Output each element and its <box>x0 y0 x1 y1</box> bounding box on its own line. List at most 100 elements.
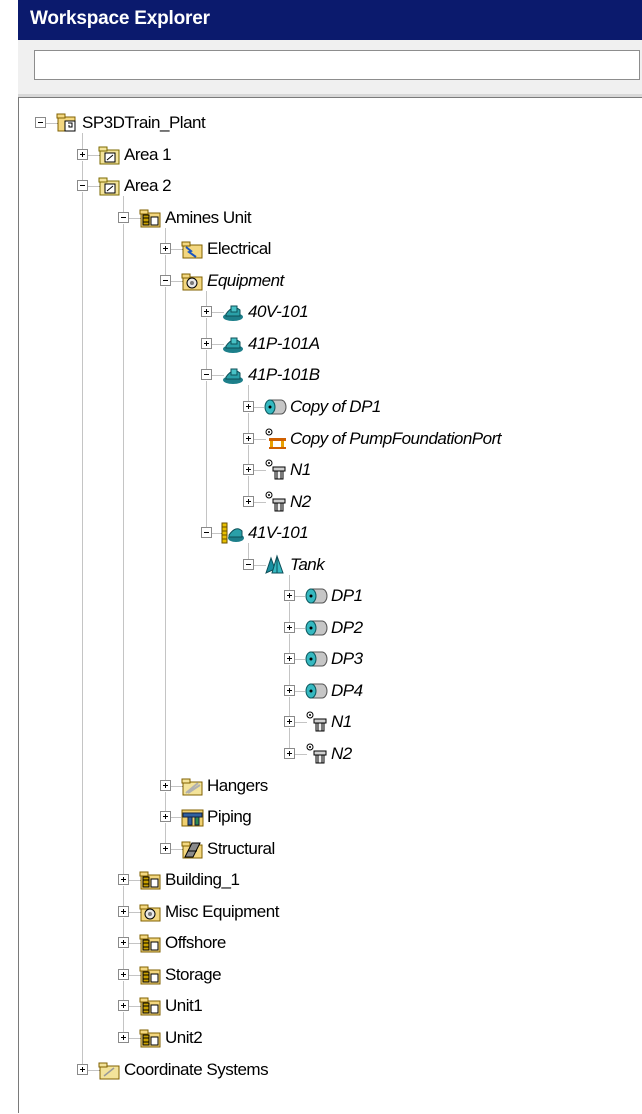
expand-button[interactable] <box>284 748 295 759</box>
collapse-button[interactable] <box>201 527 212 538</box>
expand-button[interactable] <box>118 969 129 980</box>
tree-node-equipment[interactable]: Equipment <box>19 266 639 298</box>
collapse-button[interactable] <box>201 369 212 380</box>
tree-node-electrical[interactable]: Electrical <box>19 234 639 266</box>
tree-pane[interactable]: SP3DTrain_Plant Area 1 Area 2 Amines Unit El… <box>18 97 642 1113</box>
equipment-icon <box>221 332 245 356</box>
tree-node-label: 40V-101 <box>248 302 309 321</box>
tree-node-dp3[interactable]: DP3 <box>19 644 639 676</box>
collapse-button[interactable] <box>118 212 129 223</box>
tree-node-offshore[interactable]: Offshore <box>19 928 639 960</box>
tree-node-storage[interactable]: Storage <box>19 960 639 992</box>
unit-icon <box>138 931 162 955</box>
area-icon <box>97 143 121 167</box>
unit-icon <box>138 963 162 987</box>
tree-node-label: Offshore <box>165 933 226 952</box>
tree-node-label: DP1 <box>331 586 363 605</box>
nozzle-icon <box>263 490 287 514</box>
tree-node-area-1[interactable]: Area 1 <box>19 140 639 172</box>
expand-button[interactable] <box>118 906 129 917</box>
tree-node-area-2[interactable]: Area 2 <box>19 171 639 203</box>
tree-node-hangers[interactable]: Hangers <box>19 771 639 803</box>
expand-button[interactable] <box>284 622 295 633</box>
electrical-folder-icon <box>180 237 204 261</box>
collapse-button[interactable] <box>77 180 88 191</box>
title-bar: Workspace Explorer <box>18 0 642 40</box>
tree-node-label: 41P-101A <box>248 334 320 353</box>
tree-node-label: Area 1 <box>124 145 172 164</box>
filter-input[interactable] <box>34 50 640 80</box>
tree-node-label: Piping <box>207 807 252 826</box>
expand-button[interactable] <box>160 811 171 822</box>
tree-node-label: Copy of PumpFoundationPort <box>290 429 501 448</box>
expand-button[interactable] <box>160 243 171 254</box>
tree-node-sp3dtrain-plant[interactable]: SP3DTrain_Plant <box>19 108 639 140</box>
unit-icon <box>138 868 162 892</box>
tree-node-copy-of-dp1[interactable]: Copy of DP1 <box>19 392 639 424</box>
tree-node-coordinate-systems[interactable]: Coordinate Systems <box>19 1055 639 1087</box>
tree-node-piping[interactable]: Piping <box>19 802 639 834</box>
collapse-button[interactable] <box>35 117 46 128</box>
tree-node-41p-101a[interactable]: 41P-101A <box>19 329 639 361</box>
tree-node-label: Electrical <box>207 239 271 258</box>
tree-node-n2[interactable]: N2 <box>19 487 639 519</box>
tree-node-amines-unit[interactable]: Amines Unit <box>19 203 639 235</box>
expand-button[interactable] <box>284 685 295 696</box>
tree-node-n1[interactable]: N1 <box>19 455 639 487</box>
tank-shape-icon <box>263 553 287 577</box>
plant-icon <box>55 111 79 135</box>
unit-icon <box>138 994 162 1018</box>
hangers-folder-icon <box>180 774 204 798</box>
tree-node-unit1[interactable]: Unit1 <box>19 991 639 1023</box>
expand-button[interactable] <box>118 1032 129 1043</box>
tree-node-structural[interactable]: Structural <box>19 834 639 866</box>
tree-node-misc-equipment[interactable]: Misc Equipment <box>19 897 639 929</box>
expand-button[interactable] <box>201 338 212 349</box>
tree-node-n2[interactable]: N2 <box>19 739 639 771</box>
expand-button[interactable] <box>201 306 212 317</box>
tree-node-label: Equipment <box>207 271 284 290</box>
tree-node-dp4[interactable]: DP4 <box>19 676 639 708</box>
design-port-icon <box>304 679 328 703</box>
expand-button[interactable] <box>243 496 254 507</box>
nozzle-icon <box>304 742 328 766</box>
tree-node-label: N1 <box>290 460 311 479</box>
tree-node-41v-101[interactable]: 41V-101 <box>19 518 639 550</box>
expand-button[interactable] <box>284 590 295 601</box>
tree-node-label: Hangers <box>207 776 268 795</box>
tree-node-label: Coordinate Systems <box>124 1060 269 1079</box>
collapse-button[interactable] <box>160 275 171 286</box>
tree-node-40v-101[interactable]: 40V-101 <box>19 297 639 329</box>
tree-node-label: SP3DTrain_Plant <box>82 113 206 132</box>
expand-button[interactable] <box>160 843 171 854</box>
tree-node-unit2[interactable]: Unit2 <box>19 1023 639 1055</box>
tree-node-dp1[interactable]: DP1 <box>19 581 639 613</box>
equipment-folder-icon <box>138 900 162 924</box>
expand-button[interactable] <box>77 1064 88 1075</box>
expand-button[interactable] <box>284 653 295 664</box>
tree-node-dp2[interactable]: DP2 <box>19 613 639 645</box>
expand-button[interactable] <box>118 874 129 885</box>
coordinate-folder-icon <box>97 1058 121 1082</box>
tree-node-41p-101b[interactable]: 41P-101B <box>19 360 639 392</box>
window-title: Workspace Explorer <box>30 8 210 29</box>
expand-button[interactable] <box>243 464 254 475</box>
design-port-icon <box>304 616 328 640</box>
expand-button[interactable] <box>77 149 88 160</box>
tree-node-label: Tank <box>290 555 325 574</box>
tree-node-label: Storage <box>165 965 222 984</box>
tree-node-label: DP2 <box>331 618 363 637</box>
tree-node-n1[interactable]: N1 <box>19 707 639 739</box>
expand-button[interactable] <box>118 1000 129 1011</box>
expand-button[interactable] <box>243 433 254 444</box>
tree-node-label: Building_1 <box>165 870 240 889</box>
tree-node-building-1[interactable]: Building_1 <box>19 865 639 897</box>
expand-button[interactable] <box>160 780 171 791</box>
expand-button[interactable] <box>284 716 295 727</box>
collapse-button[interactable] <box>243 559 254 570</box>
tree-node-copy-of-pumpfoundationport[interactable]: Copy of PumpFoundationPort <box>19 424 639 456</box>
area-icon <box>97 174 121 198</box>
tree-node-tank[interactable]: Tank <box>19 550 639 582</box>
expand-button[interactable] <box>118 937 129 948</box>
expand-button[interactable] <box>243 401 254 412</box>
